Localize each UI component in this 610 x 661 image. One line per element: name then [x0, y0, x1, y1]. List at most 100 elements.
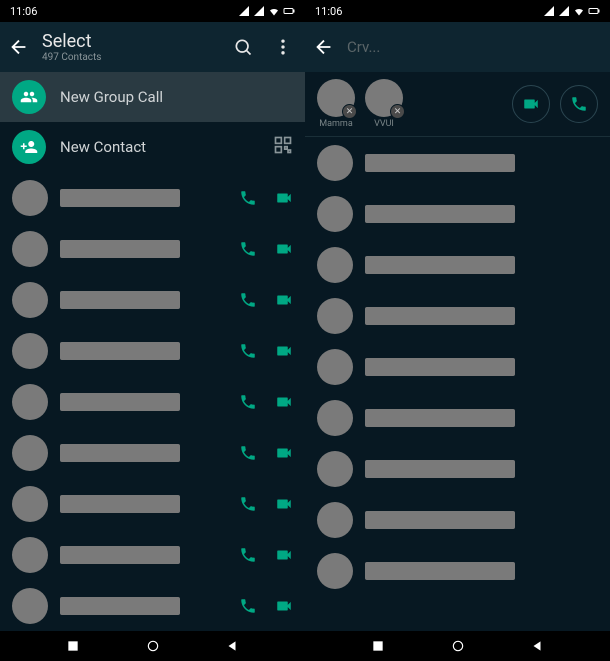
contact-row[interactable]	[0, 325, 305, 376]
more-options-button[interactable]	[269, 33, 297, 61]
avatar	[12, 282, 48, 318]
call-button[interactable]	[239, 291, 257, 309]
remove-icon[interactable]: ✕	[342, 104, 357, 119]
contact-row[interactable]	[0, 376, 305, 427]
contact-name	[60, 597, 180, 615]
selected-participant[interactable]: ✕ VVUI	[365, 79, 403, 129]
back-button[interactable]	[8, 36, 30, 58]
contact-row[interactable]	[0, 427, 305, 478]
avatar	[317, 553, 353, 589]
status-bar: 11:06	[0, 0, 305, 22]
contact-name	[60, 546, 180, 564]
page-title: Select	[42, 31, 217, 52]
contact-row[interactable]	[0, 223, 305, 274]
contact-row[interactable]	[305, 137, 610, 188]
call-button[interactable]	[239, 393, 257, 411]
video-button[interactable]	[275, 342, 293, 360]
contact-row[interactable]	[0, 274, 305, 325]
avatar	[317, 502, 353, 538]
call-button[interactable]	[239, 546, 257, 564]
navigation-bar	[0, 631, 305, 661]
video-button[interactable]	[275, 189, 293, 207]
call-button[interactable]	[239, 189, 257, 207]
contact-list	[305, 137, 610, 631]
contact-row[interactable]	[0, 580, 305, 631]
video-button[interactable]	[275, 597, 293, 615]
contact-row[interactable]	[305, 494, 610, 545]
nav-recents-icon[interactable]	[66, 639, 80, 653]
search-input[interactable]: Crv...	[347, 38, 380, 56]
header-title-block: Select 497 Contacts	[42, 31, 217, 63]
contact-row[interactable]	[305, 341, 610, 392]
contact-name	[60, 240, 180, 258]
call-button[interactable]	[239, 597, 257, 615]
battery-icon	[283, 5, 295, 17]
back-button[interactable]	[313, 36, 335, 58]
nav-home-icon[interactable]	[451, 639, 465, 653]
contact-row[interactable]	[0, 172, 305, 223]
contact-row[interactable]	[305, 545, 610, 596]
voice-call-button[interactable]	[560, 85, 598, 123]
contact-row[interactable]	[0, 529, 305, 580]
signal-icon	[543, 5, 555, 17]
new-group-call-row[interactable]: New Group Call	[0, 72, 305, 122]
avatar: ✕	[365, 79, 403, 117]
new-contact-row[interactable]: New Contact	[0, 122, 305, 172]
contact-name	[60, 189, 180, 207]
avatar	[12, 231, 48, 267]
call-button[interactable]	[239, 444, 257, 462]
contact-name	[365, 358, 515, 376]
signal-icon	[238, 5, 250, 17]
status-time: 11:06	[10, 5, 37, 18]
call-button[interactable]	[239, 342, 257, 360]
call-button[interactable]	[239, 240, 257, 258]
contact-name	[365, 460, 515, 478]
contacts-count: 497 Contacts	[42, 52, 217, 63]
search-button[interactable]	[229, 33, 257, 61]
status-time: 11:06	[315, 5, 342, 18]
selected-participant[interactable]: ✕ Mamma	[317, 79, 355, 129]
contact-row[interactable]	[305, 443, 610, 494]
app-header: Crv...	[305, 22, 610, 72]
video-button[interactable]	[275, 546, 293, 564]
remove-icon[interactable]: ✕	[390, 104, 405, 119]
contact-name	[60, 495, 180, 513]
avatar	[12, 384, 48, 420]
left-screen: 11:06 Select 497 Contacts New Group Call	[0, 0, 305, 661]
contact-name	[60, 393, 180, 411]
signal-icon	[253, 5, 265, 17]
avatar	[317, 298, 353, 334]
qr-code-button[interactable]	[273, 135, 293, 159]
signal-icon	[558, 5, 570, 17]
video-button[interactable]	[275, 444, 293, 462]
avatar	[12, 180, 48, 216]
contact-row[interactable]	[305, 239, 610, 290]
nav-back-icon[interactable]	[530, 639, 544, 653]
contact-row[interactable]	[305, 290, 610, 341]
call-button[interactable]	[239, 495, 257, 513]
status-icons	[543, 5, 600, 17]
contact-name	[365, 205, 515, 223]
right-screen: 11:06 Crv... ✕ Mamma ✕ VVUI	[305, 0, 610, 661]
video-button[interactable]	[275, 291, 293, 309]
contact-name	[365, 562, 515, 580]
nav-recents-icon[interactable]	[371, 639, 385, 653]
contact-row[interactable]	[305, 392, 610, 443]
app-header: Select 497 Contacts	[0, 22, 305, 72]
participant-name: VVUI	[374, 119, 394, 129]
contact-row[interactable]	[0, 478, 305, 529]
contact-name	[60, 342, 180, 360]
video-button[interactable]	[275, 495, 293, 513]
wifi-icon	[573, 5, 585, 17]
avatar: ✕	[317, 79, 355, 117]
avatar	[12, 588, 48, 624]
video-button[interactable]	[275, 240, 293, 258]
avatar	[317, 400, 353, 436]
video-button[interactable]	[275, 393, 293, 411]
video-call-button[interactable]	[512, 85, 550, 123]
nav-home-icon[interactable]	[146, 639, 160, 653]
nav-back-icon[interactable]	[225, 639, 239, 653]
contact-name	[365, 307, 515, 325]
contact-row[interactable]	[305, 188, 610, 239]
battery-icon	[588, 5, 600, 17]
